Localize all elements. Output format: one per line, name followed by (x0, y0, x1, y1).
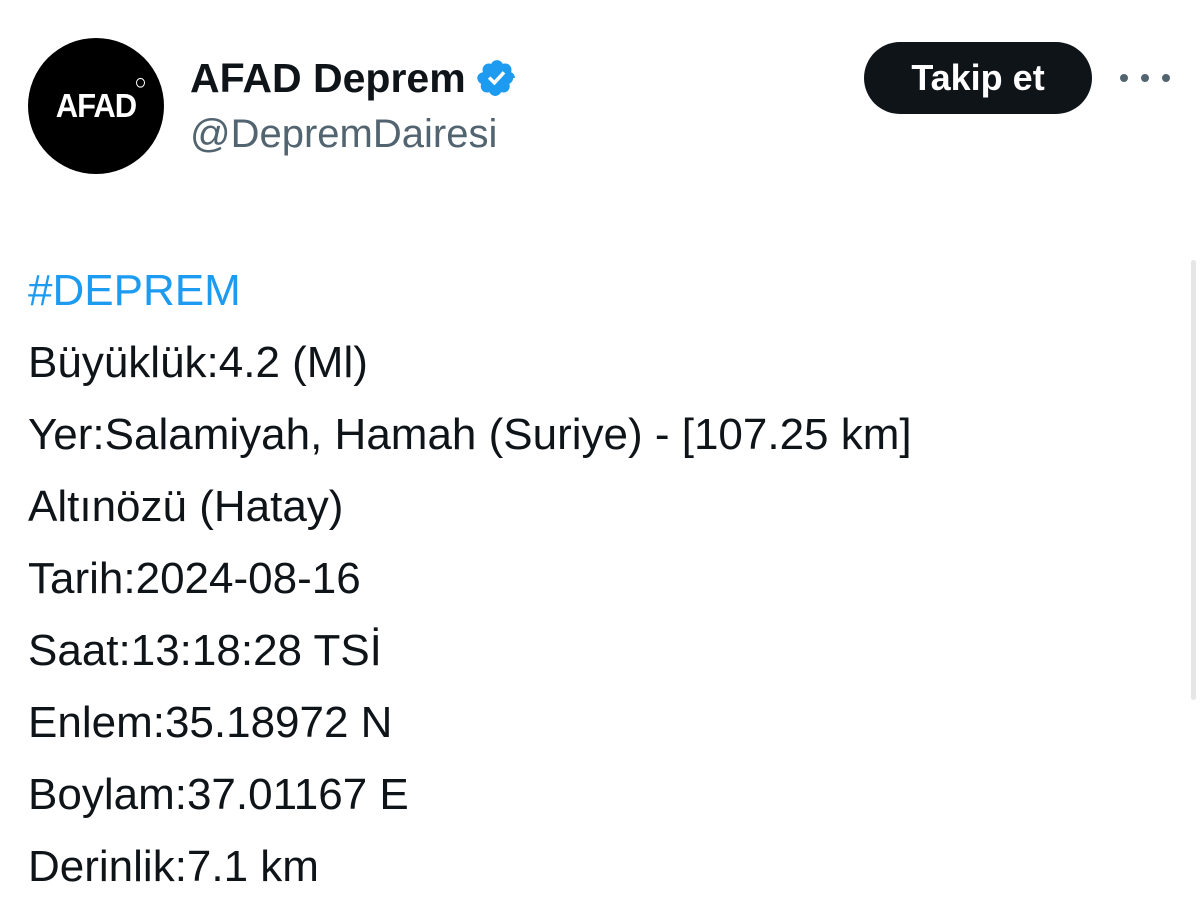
registered-mark-icon (136, 77, 146, 88)
follow-button[interactable]: Takip et (864, 42, 1092, 114)
more-options-icon[interactable] (1120, 64, 1170, 92)
hashtag-link[interactable]: #DEPREM (28, 266, 241, 315)
hashtag-line: #DEPREM (28, 255, 1168, 327)
avatar[interactable]: AFAD (28, 38, 164, 174)
depth-line: Derinlik:7.1 km (28, 842, 319, 891)
verified-badge-icon (476, 60, 515, 96)
tweet-text: #DEPREM Büyüklük:4.2 (Ml) Yer:Salamiyah,… (28, 255, 1168, 903)
avatar-logo-text: AFAD (55, 86, 137, 125)
display-name[interactable]: AFAD Deprem (190, 55, 466, 102)
more-dot (1162, 74, 1170, 82)
magnitude-line: Büyüklük:4.2 (Ml) (28, 338, 368, 387)
tweet: AFAD AFAD Deprem @DepremDairesi Takip et… (0, 0, 1200, 891)
name-row: AFAD Deprem (190, 52, 518, 104)
date-line: Tarih:2024-08-16 (28, 554, 361, 603)
more-dot (1141, 74, 1149, 82)
scrollbar[interactable] (1191, 260, 1196, 700)
afad-logo: AFAD (55, 77, 146, 126)
user-handle[interactable]: @DepremDairesi (190, 112, 518, 157)
latitude-line: Enlem:35.18972 N (28, 698, 393, 747)
more-dot (1120, 74, 1128, 82)
author-info: AFAD Deprem @DepremDairesi (190, 52, 518, 157)
time-line: Saat:13:18:28 TSİ (28, 626, 382, 675)
location-line: Yer:Salamiyah, Hamah (Suriye) - [107.25 … (28, 410, 912, 459)
nearest-town-line: Altınözü (Hatay) (28, 482, 344, 531)
longitude-line: Boylam:37.01167 E (28, 770, 409, 819)
